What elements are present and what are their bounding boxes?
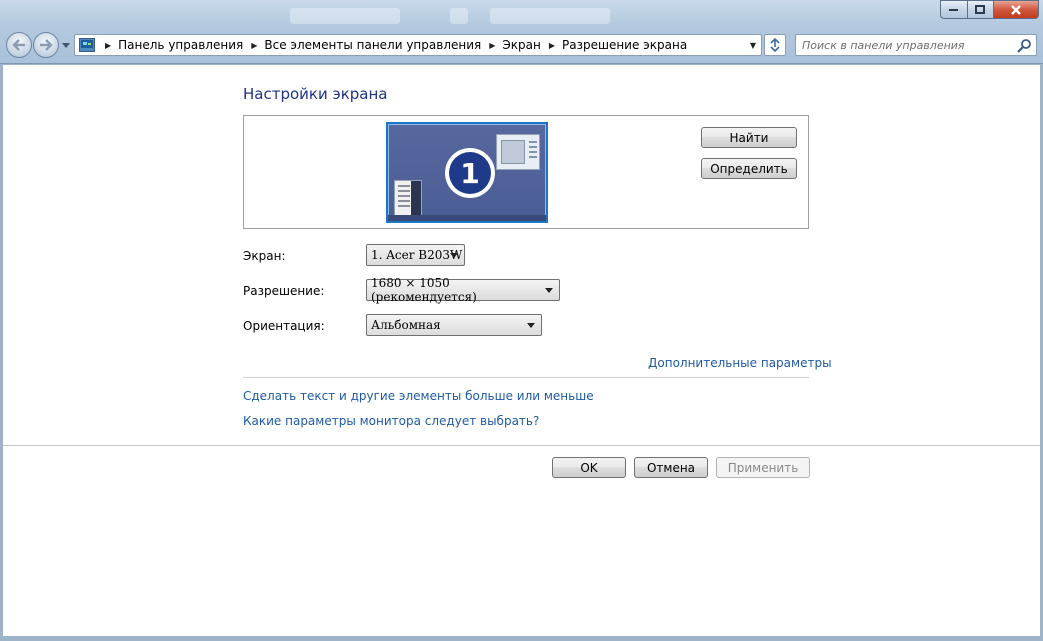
arrow-right-icon xyxy=(40,39,53,51)
breadcrumb-screen-resolution[interactable]: Разрешение экрана xyxy=(562,38,687,52)
refresh-icon xyxy=(770,38,780,52)
back-button[interactable] xyxy=(6,32,32,58)
monitor-number: 1 xyxy=(449,152,491,194)
screen-label: Экран: xyxy=(243,249,286,263)
background-window-tabs xyxy=(290,8,620,24)
control-panel-icon xyxy=(79,38,95,52)
window-thumbnail-line xyxy=(529,151,537,153)
window-frame-bottom xyxy=(0,636,1043,641)
search-icon[interactable] xyxy=(1017,38,1032,53)
refresh-button[interactable] xyxy=(764,34,786,56)
orientation-select[interactable]: Альбомная xyxy=(366,314,542,336)
address-history-dropdown[interactable]: ▼ xyxy=(747,39,759,51)
background-tab xyxy=(490,8,610,24)
search-input[interactable] xyxy=(802,38,1012,53)
background-tab xyxy=(450,8,468,24)
startmenu-side-panel xyxy=(411,181,421,215)
screen-resolution-panel: Настройки экрана 1 Найти Определить Экра… xyxy=(3,65,1040,636)
breadcrumb-control-panel[interactable]: Панель управления xyxy=(118,38,243,52)
window-thumbnail-line xyxy=(529,146,537,148)
screen-select[interactable]: 1. Acer B203W xyxy=(366,244,465,266)
breadcrumb-display[interactable]: Экран xyxy=(502,38,540,52)
startmenu-line xyxy=(398,190,410,192)
close-icon xyxy=(1011,4,1021,15)
startmenu-line xyxy=(398,185,410,187)
forward-button[interactable] xyxy=(33,32,59,58)
breadcrumb-separator[interactable]: ▶ xyxy=(489,41,495,50)
monitor-1-preview[interactable]: 1 xyxy=(386,122,548,223)
dropdown-arrow-icon xyxy=(545,288,553,293)
startmenu-line xyxy=(398,200,410,202)
startmenu-line xyxy=(398,195,410,197)
minimize-button[interactable] xyxy=(940,0,967,19)
screen-select-value: 1. Acer B203W xyxy=(371,248,463,262)
control-panel-glyph xyxy=(81,40,93,48)
ok-button[interactable]: OK xyxy=(552,457,626,478)
window-thumbnail-image xyxy=(501,140,525,164)
window-thumbnail-line xyxy=(529,156,537,158)
monitor-startmenu-thumbnail xyxy=(394,180,422,216)
breadcrumb-separator[interactable]: ▶ xyxy=(549,41,555,50)
apply-button[interactable]: Применить xyxy=(716,457,810,478)
monitor-window-thumbnail xyxy=(496,134,540,170)
monitor-taskbar-thumbnail xyxy=(388,215,546,221)
orientation-label: Ориентация: xyxy=(243,319,325,333)
page-title: Настройки экрана xyxy=(243,85,388,103)
resolution-label: Разрешение: xyxy=(243,284,325,298)
minimize-icon xyxy=(949,8,958,11)
identify-button[interactable]: Определить xyxy=(701,158,797,179)
monitor-help-link[interactable]: Какие параметры монитора следует выбрать… xyxy=(243,414,539,428)
window-titlebar: ▶ Панель управления ▶ Все элементы панел… xyxy=(0,0,1043,64)
chevron-down-icon xyxy=(62,42,70,48)
window-controls xyxy=(940,0,1039,20)
cancel-button[interactable]: Отмена xyxy=(634,457,708,478)
advanced-settings-link[interactable]: Дополнительные параметры xyxy=(648,356,832,370)
breadcrumb-separator[interactable]: ▶ xyxy=(251,41,257,50)
arrow-left-icon xyxy=(12,39,25,51)
recent-pages-dropdown[interactable] xyxy=(61,40,71,50)
dropdown-arrow-icon xyxy=(450,253,458,258)
monitor-number-badge: 1 xyxy=(445,148,495,198)
search-box[interactable] xyxy=(795,34,1037,56)
resolution-select-value: 1680 × 1050 (рекомендуется) xyxy=(371,276,477,304)
window-thumbnail-line xyxy=(529,141,537,143)
close-button[interactable] xyxy=(993,0,1039,19)
breadcrumb-separator: ▶ xyxy=(105,40,112,50)
maximize-icon xyxy=(975,5,985,14)
maximize-button[interactable] xyxy=(967,0,993,19)
dropdown-arrow-icon xyxy=(527,323,535,328)
divider xyxy=(3,445,1040,446)
resolution-select[interactable]: 1680 × 1050 (рекомендуется) xyxy=(366,276,560,304)
orientation-select-value: Альбомная xyxy=(371,318,441,332)
monitor-preview-area: 1 Найти Определить xyxy=(243,115,809,229)
divider xyxy=(243,377,809,378)
background-tab xyxy=(290,8,400,24)
text-size-link[interactable]: Сделать текст и другие элементы больше и… xyxy=(243,389,594,403)
startmenu-line xyxy=(398,205,410,207)
address-bar[interactable]: ▶ Панель управления ▶ Все элементы панел… xyxy=(74,34,762,56)
breadcrumb-all-items[interactable]: Все элементы панели управления xyxy=(264,38,481,52)
find-button[interactable]: Найти xyxy=(701,127,797,148)
